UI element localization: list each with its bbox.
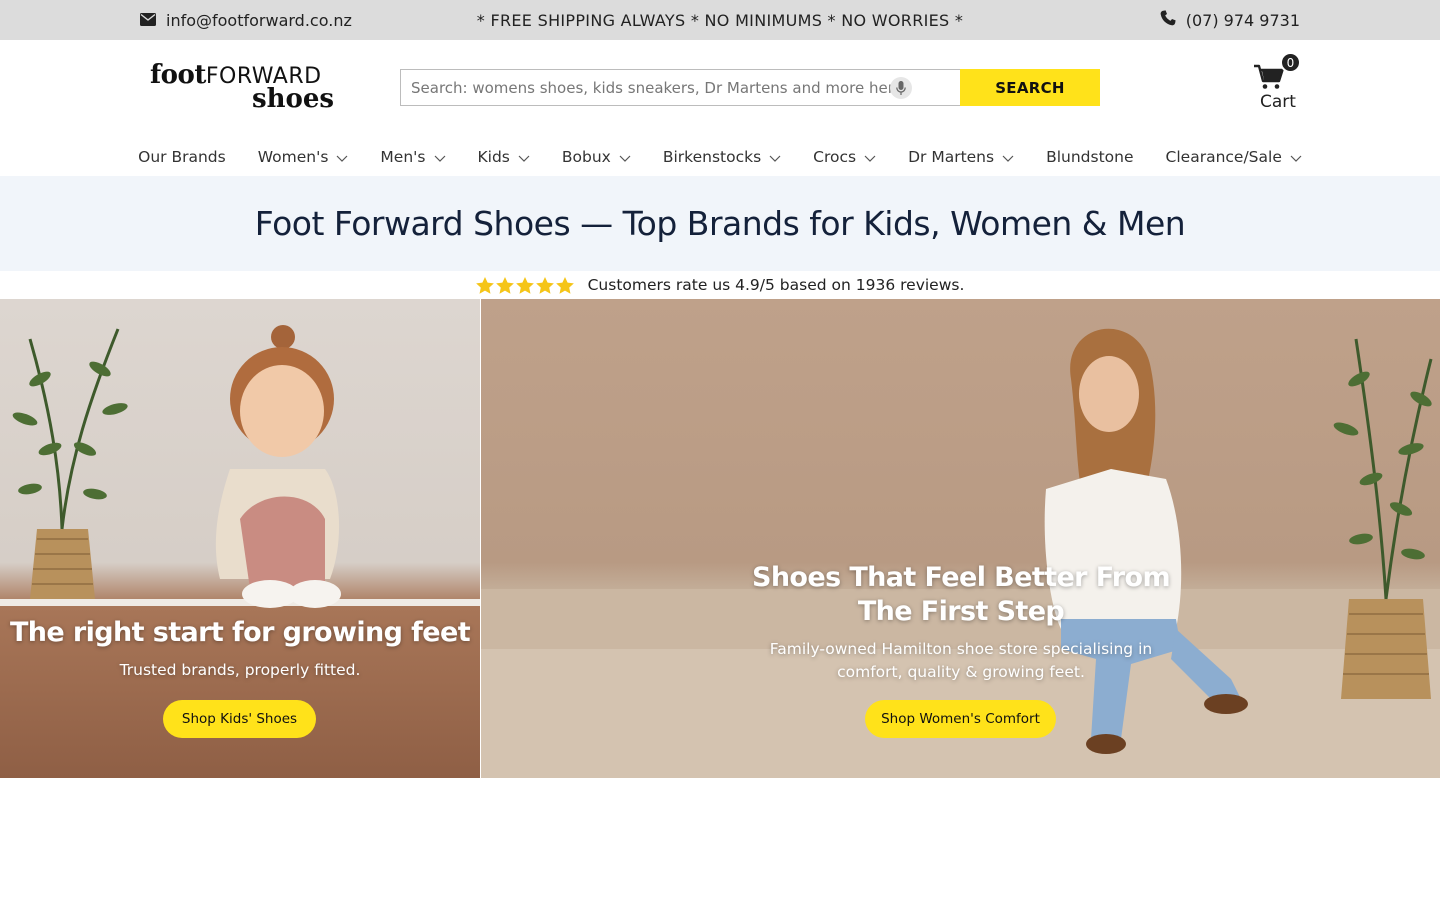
phone-icon bbox=[1160, 10, 1176, 30]
rating-row: Customers rate us 4.9/5 based on 1936 re… bbox=[0, 271, 1440, 299]
chevron-down-icon bbox=[434, 155, 445, 162]
envelope-icon bbox=[140, 11, 156, 30]
plant-illustration bbox=[12, 328, 128, 599]
star-icon bbox=[475, 276, 494, 294]
phone-text: (07) 974 9731 bbox=[1185, 10, 1300, 30]
star-icon bbox=[555, 276, 574, 294]
cart-count-badge: 0 bbox=[1280, 52, 1301, 73]
logo-line-2: shoes bbox=[252, 84, 335, 114]
email-text: info@footforward.co.nz bbox=[166, 10, 352, 30]
chevron-down-icon bbox=[518, 155, 530, 162]
cart-label: Cart bbox=[1260, 92, 1296, 112]
nav-item-crocs[interactable]: Crocs bbox=[797, 138, 892, 176]
child-illustration bbox=[215, 325, 341, 608]
hero-womens-banner[interactable]: Shoes That Feel Better From The First St… bbox=[481, 299, 1440, 778]
nav-item-kids[interactable]: Kids bbox=[462, 138, 546, 176]
nav-label: Women's bbox=[257, 148, 329, 166]
page-title: Foot Forward Shoes — Top Brands for Kids… bbox=[254, 204, 1186, 243]
phone-link[interactable]: (07) 974 9731 bbox=[1160, 0, 1300, 40]
nav-item-clearance-sale[interactable]: Clearance/Sale bbox=[1150, 138, 1318, 176]
shop-kids-shoes-button[interactable]: Shop Kids' Shoes bbox=[163, 700, 316, 738]
star-icon bbox=[515, 276, 534, 294]
search-button[interactable]: SEARCH bbox=[960, 69, 1100, 106]
chevron-down-icon bbox=[336, 155, 348, 162]
nav-item-bobux[interactable]: Bobux bbox=[546, 138, 647, 176]
site-logo[interactable]: footFORWARD shoes bbox=[150, 60, 350, 116]
main-nav: Our Brands Women's Men's Kids Bobux Birk… bbox=[0, 138, 1440, 176]
hero-kids-title: The right start for growing feet bbox=[9, 617, 471, 648]
nav-item-dr-martens[interactable]: Dr Martens bbox=[892, 138, 1030, 176]
heading-band: Foot Forward Shoes — Top Brands for Kids… bbox=[0, 176, 1440, 271]
hero-kids-subtitle: Trusted brands, properly fitted. bbox=[119, 661, 361, 679]
star-rating[interactable] bbox=[475, 276, 574, 294]
hero-kids-banner[interactable]: The right start for growing feet Trusted… bbox=[0, 299, 480, 778]
chevron-down-icon bbox=[1290, 155, 1302, 162]
nav-label: Blundstone bbox=[1046, 148, 1134, 166]
search-input[interactable] bbox=[400, 69, 960, 106]
cart-icon bbox=[1254, 64, 1284, 94]
hero-womens-subtitle: Family-owned Hamilton shoe store special… bbox=[769, 640, 1153, 681]
nav-label: Birkenstocks bbox=[662, 148, 762, 166]
chevron-down-icon bbox=[864, 155, 876, 162]
cart-button[interactable]: 0 Cart bbox=[1250, 52, 1310, 116]
nav-label: Clearance/Sale bbox=[1165, 148, 1282, 166]
chevron-down-icon bbox=[619, 155, 631, 162]
nav-item-our-brands[interactable]: Our Brands bbox=[122, 138, 242, 176]
top-bar: * FREE SHIPPING ALWAYS * NO MINIMUMS * N… bbox=[0, 0, 1440, 40]
logo-word-foot: foot bbox=[150, 60, 206, 90]
microphone-icon[interactable] bbox=[890, 77, 912, 99]
nav-label: Dr Martens bbox=[908, 148, 995, 166]
plant-illustration bbox=[1333, 338, 1433, 699]
nav-item-blundstone[interactable]: Blundstone bbox=[1030, 138, 1149, 176]
chevron-down-icon bbox=[769, 155, 781, 162]
nav-label: Bobux bbox=[561, 148, 611, 166]
email-link[interactable]: info@footforward.co.nz bbox=[140, 0, 352, 40]
nav-label: Kids bbox=[477, 148, 510, 166]
nav-label: Crocs bbox=[813, 148, 857, 166]
search-bar: SEARCH bbox=[400, 69, 1100, 106]
star-icon bbox=[495, 276, 514, 294]
hero-womens-title: Shoes That Feel Better From The First St… bbox=[751, 562, 1171, 627]
nav-item-birkenstocks[interactable]: Birkenstocks bbox=[647, 138, 797, 176]
nav-label: Men's bbox=[380, 148, 426, 166]
woman-illustration bbox=[1044, 328, 1248, 754]
nav-item-mens[interactable]: Men's bbox=[364, 138, 461, 176]
nav-item-womens[interactable]: Women's bbox=[242, 138, 365, 176]
nav-label: Our Brands bbox=[138, 148, 226, 166]
rating-text: Customers rate us 4.9/5 based on 1936 re… bbox=[587, 276, 965, 294]
shop-womens-comfort-button[interactable]: Shop Women's Comfort bbox=[865, 700, 1056, 738]
chevron-down-icon bbox=[1002, 155, 1014, 162]
star-icon bbox=[535, 276, 554, 294]
